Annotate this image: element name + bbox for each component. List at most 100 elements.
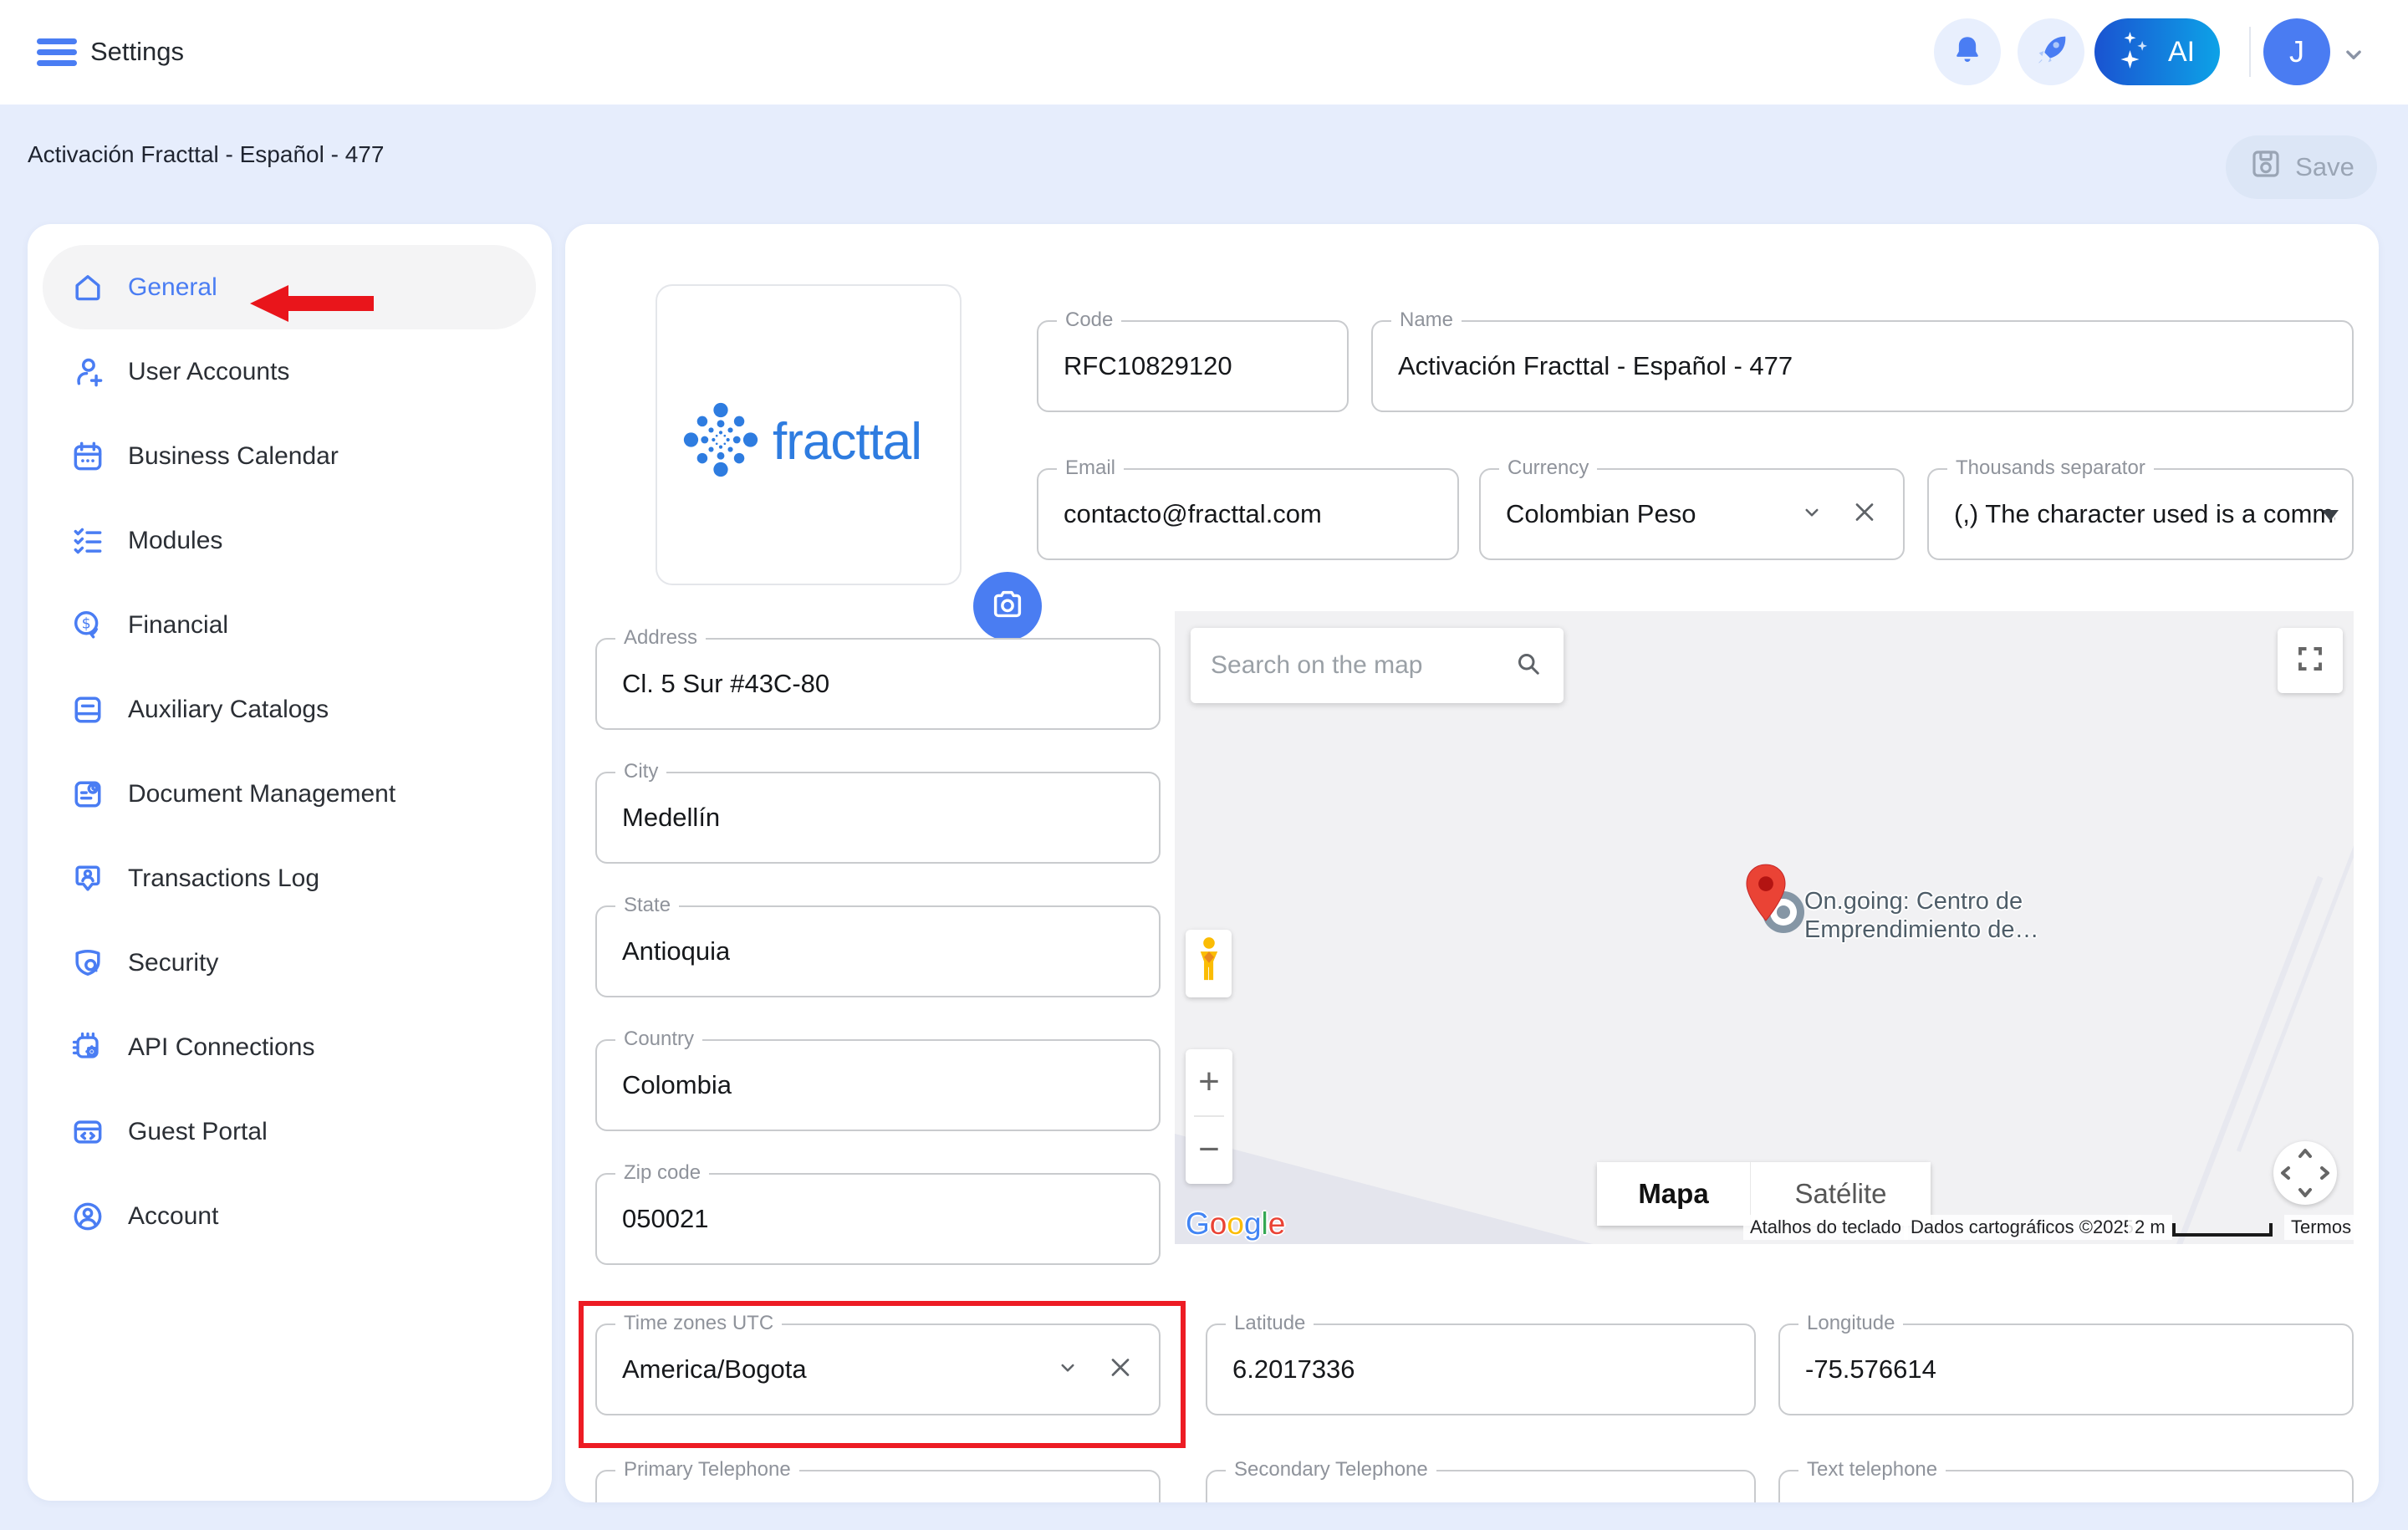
- clear-icon[interactable]: [1849, 497, 1880, 532]
- home-icon: [69, 269, 106, 306]
- currency-select[interactable]: Currency Colombian Peso: [1479, 468, 1905, 560]
- whats-new-button[interactable]: [2018, 18, 2084, 85]
- map-pan-control[interactable]: [2273, 1141, 2337, 1205]
- map-fullscreen-button[interactable]: [2278, 628, 2343, 693]
- save-icon: [2248, 146, 2283, 188]
- longitude-field[interactable]: Longitude -75.576614: [1778, 1323, 2354, 1415]
- checklist-icon: [69, 523, 106, 559]
- sidebar-item-auxiliary-catalogs[interactable]: Auxiliary Catalogs: [43, 667, 536, 752]
- sidebar-item-label: General: [128, 273, 217, 302]
- user-add-icon: [69, 354, 106, 390]
- save-button[interactable]: Save: [2226, 135, 2377, 199]
- field-value: -75.576614: [1805, 1354, 1936, 1385]
- notifications-button[interactable]: [1934, 18, 2001, 85]
- field-label: Name: [1391, 309, 1462, 332]
- field-label: Zip code: [615, 1161, 709, 1185]
- sidebar-item-label: Modules: [128, 527, 222, 555]
- sidebar-item-label: Security: [128, 949, 218, 977]
- location-pin-icon[interactable]: [1742, 863, 1789, 940]
- code-field[interactable]: Code RFC10829120: [1037, 320, 1349, 412]
- field-label: State: [615, 894, 679, 917]
- chevron-down-icon[interactable]: [1055, 1355, 1080, 1385]
- hamburger-menu-icon[interactable]: [37, 38, 77, 67]
- thousands-separator-select[interactable]: Thousands separator (,) The character us…: [1927, 468, 2354, 560]
- google-map[interactable]: Search on the map + − On.goi: [1175, 611, 2354, 1244]
- secondary-telephone-field[interactable]: Secondary Telephone: [1206, 1470, 1756, 1502]
- sidebar-item-guest-portal[interactable]: Guest Portal: [43, 1089, 536, 1174]
- state-field[interactable]: State Antioquia: [595, 905, 1161, 997]
- browser-code-icon: [69, 1114, 106, 1150]
- latitude-field[interactable]: Latitude 6.2017336: [1206, 1323, 1756, 1415]
- field-value: Medellín: [622, 803, 720, 833]
- field-value: contacto@fracttal.com: [1064, 499, 1322, 529]
- timezone-select[interactable]: Time zones UTC America/Bogota: [595, 1323, 1161, 1415]
- city-field[interactable]: City Medellín: [595, 772, 1161, 864]
- field-label: Text telephone: [1798, 1458, 1946, 1482]
- field-value: Colombia: [622, 1070, 732, 1100]
- field-label: Primary Telephone: [615, 1458, 799, 1482]
- field-value: 050021: [622, 1204, 708, 1234]
- rocket-icon: [2032, 31, 2070, 74]
- sidebar-item-financial[interactable]: $ Financial: [43, 583, 536, 667]
- sidebar-item-business-calendar[interactable]: Business Calendar: [43, 414, 536, 498]
- account-circle-icon: [69, 1198, 106, 1235]
- clear-icon[interactable]: [1105, 1353, 1135, 1387]
- bell-icon: [1950, 33, 1985, 72]
- map-scale-bar: [2172, 1223, 2273, 1237]
- address-field[interactable]: Address Cl. 5 Sur #43C-80: [595, 638, 1161, 730]
- map-search-box[interactable]: Search on the map: [1191, 628, 1564, 703]
- field-label: Latitude: [1226, 1312, 1314, 1335]
- primary-telephone-field[interactable]: Primary Telephone: [595, 1470, 1161, 1502]
- chevron-down-icon[interactable]: [2339, 40, 2368, 73]
- marker-label: On.going: Centro de Emprendimiento de…: [1804, 887, 2038, 944]
- zoom-in-button[interactable]: +: [1186, 1049, 1232, 1114]
- street-view-pegman-button[interactable]: [1186, 930, 1232, 997]
- sidebar-item-label: Guest Portal: [128, 1118, 268, 1146]
- country-field[interactable]: Country Colombia: [595, 1039, 1161, 1131]
- field-value: Antioquia: [622, 936, 730, 966]
- sidebar-item-account[interactable]: Account: [43, 1174, 536, 1258]
- sidebar-item-general[interactable]: General: [43, 245, 536, 329]
- fullscreen-icon: [2295, 644, 2325, 678]
- sidebar-item-user-accounts[interactable]: User Accounts: [43, 329, 536, 414]
- camera-icon: [988, 585, 1027, 628]
- ai-assistant-button[interactable]: AI: [2094, 18, 2220, 85]
- terms-link[interactable]: Termos: [2284, 1215, 2354, 1240]
- field-label: Address: [615, 626, 706, 650]
- dropdown-caret-icon[interactable]: [2322, 510, 2339, 521]
- field-value: (,) The character used is a comma: [1954, 499, 2335, 529]
- sidebar-item-label: Business Calendar: [128, 442, 339, 471]
- dollar-coin-icon: $: [69, 607, 106, 644]
- sidebar-item-label: Account: [128, 1202, 218, 1231]
- general-settings-panel: fracttal Code RFC10829120 Name Activació…: [565, 224, 2379, 1502]
- sidebar-item-document-management[interactable]: Document Management: [43, 752, 536, 836]
- chip-gear-icon: [69, 1029, 106, 1066]
- email-field[interactable]: Email contacto@fracttal.com: [1037, 468, 1459, 560]
- sidebar-item-transactions-log[interactable]: Transactions Log: [43, 836, 536, 921]
- sidebar-item-security[interactable]: Security: [43, 921, 536, 1005]
- name-field[interactable]: Name Activación Fracttal - Español - 477: [1371, 320, 2354, 412]
- calendar-icon: [69, 438, 106, 475]
- fracttal-wordmark: fracttal: [773, 412, 921, 472]
- field-label: Country: [615, 1028, 702, 1051]
- text-telephone-field[interactable]: Text telephone: [1778, 1470, 2354, 1502]
- avatar[interactable]: J: [2263, 18, 2330, 85]
- zoom-out-button[interactable]: −: [1186, 1117, 1232, 1182]
- search-icon[interactable]: [1513, 649, 1543, 683]
- save-label: Save: [2295, 152, 2354, 182]
- change-logo-button[interactable]: [973, 572, 1042, 640]
- sidebar-item-label: User Accounts: [128, 358, 289, 386]
- zip-code-field[interactable]: Zip code 050021: [595, 1173, 1161, 1265]
- fracttal-logo-icon: [681, 400, 761, 484]
- field-label: Code: [1057, 309, 1121, 332]
- keyboard-shortcuts-link[interactable]: Atalhos do teclado: [1743, 1215, 1908, 1240]
- pegman-icon: [1195, 936, 1223, 992]
- shield-icon: [69, 945, 106, 982]
- field-label: Currency: [1499, 456, 1597, 480]
- sparkles-icon: [2116, 28, 2153, 76]
- sidebar-item-api-connections[interactable]: API Connections: [43, 1005, 536, 1089]
- document-clock-icon: [69, 776, 106, 813]
- company-logo-card: fracttal: [656, 284, 962, 585]
- chevron-down-icon[interactable]: [1799, 500, 1824, 529]
- sidebar-item-modules[interactable]: Modules: [43, 498, 536, 583]
